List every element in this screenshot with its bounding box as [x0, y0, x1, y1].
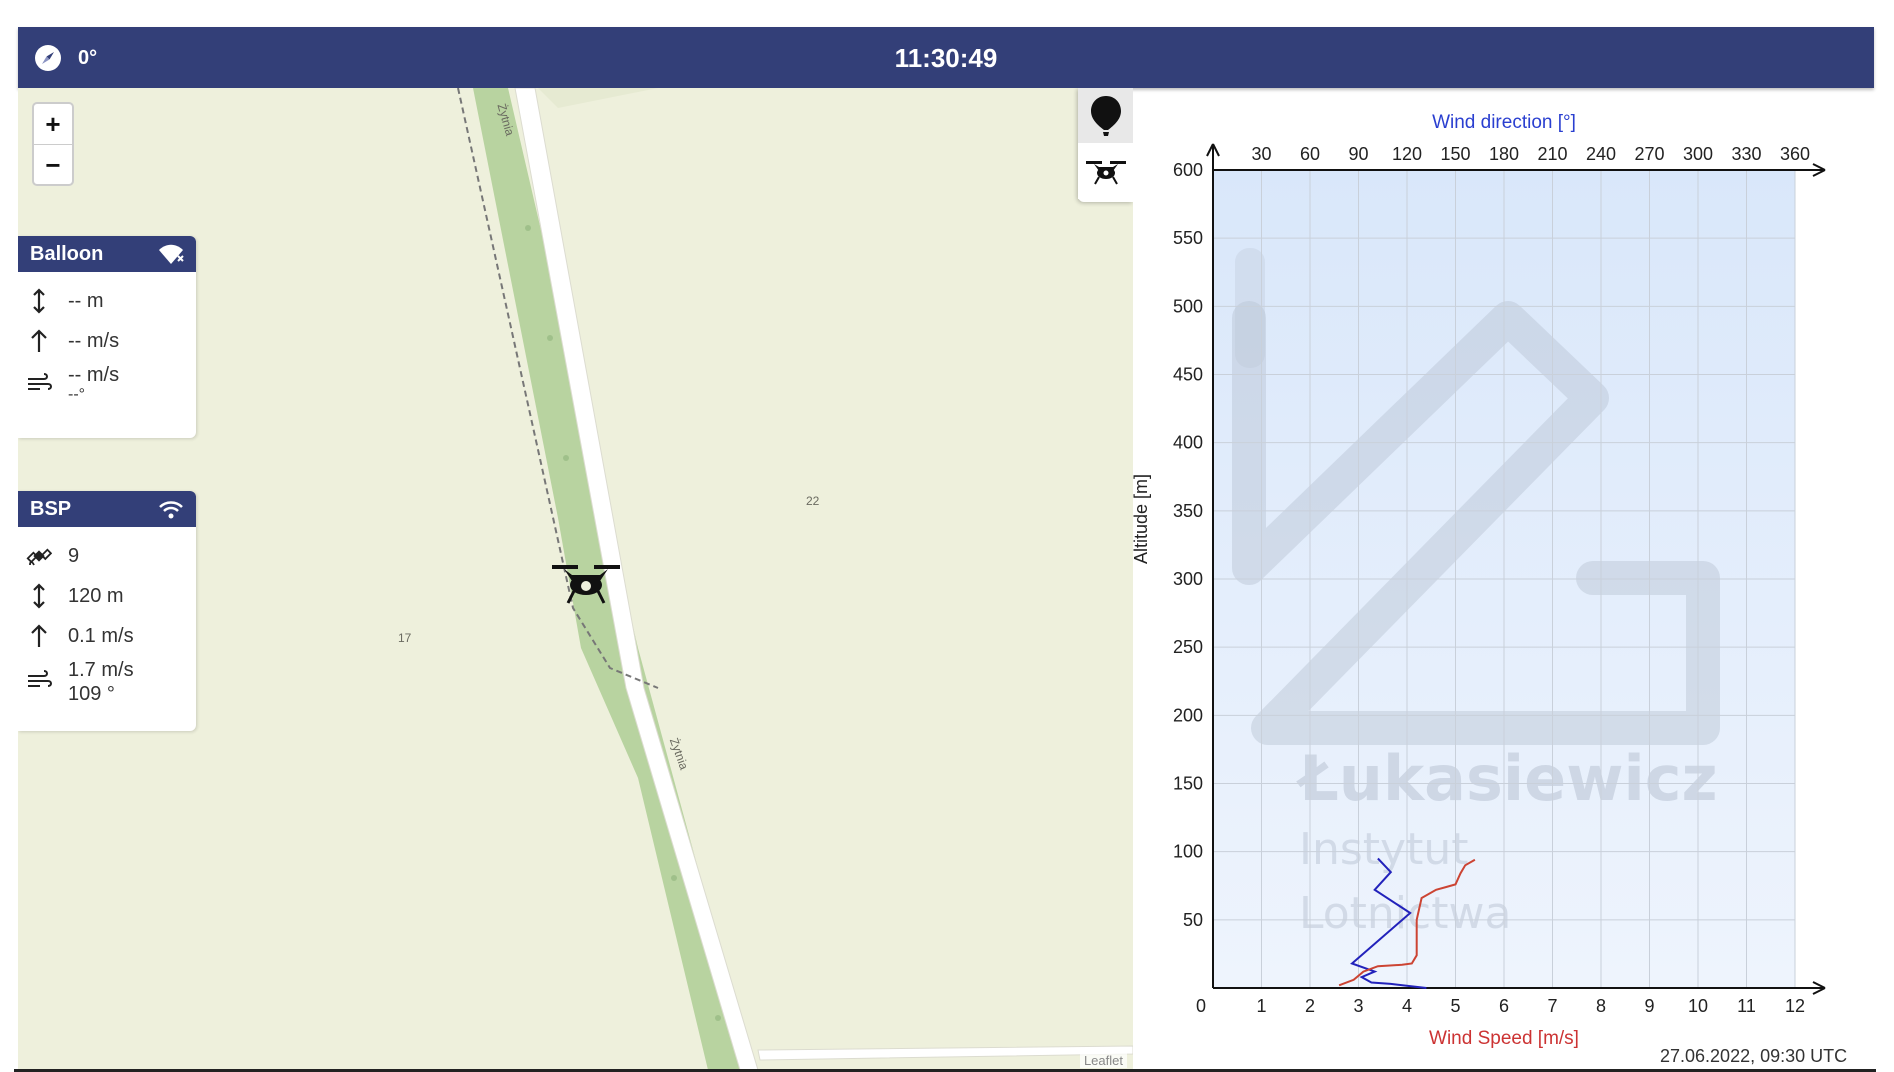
balloon-vertical-speed: -- m/s [68, 330, 120, 352]
top-tick-label: 120 [1392, 144, 1422, 164]
top-tick-label: 180 [1489, 144, 1519, 164]
x-tick-label: 1 [1256, 996, 1266, 1016]
balloon-panel-header: Balloon [18, 236, 196, 272]
balloon-panel: Balloon -- m -- m/s -- m/s --° [18, 236, 196, 438]
x-tick-label: 5 [1450, 996, 1460, 1016]
drone-mode-button[interactable] [1078, 144, 1133, 199]
y-tick-label: 450 [1173, 365, 1203, 385]
balloon-wind-direction: --° [68, 386, 86, 403]
balloon-mode-button[interactable] [1078, 88, 1133, 143]
drone-icon [1085, 160, 1126, 184]
y-tick-label: 350 [1173, 501, 1203, 521]
y-tick-label: 300 [1173, 569, 1203, 589]
x-tick-label: 3 [1353, 996, 1363, 1016]
x-tick-label: 7 [1547, 996, 1557, 1016]
watermark-text: Łukasiewicz [1296, 742, 1718, 815]
y-tick-label: 250 [1173, 637, 1203, 657]
bsp-satellites: 9 [68, 545, 80, 567]
mode-toggle [1078, 88, 1133, 202]
top-tick-label: 330 [1731, 144, 1761, 164]
clock-time: 11:30:49 [894, 43, 998, 73]
data-timestamp: 27.06.2022, 09:30 UTC [1660, 1046, 1848, 1066]
x-origin-label: 0 [1196, 996, 1206, 1016]
top-bar: 0° 11:30:49 [18, 27, 1874, 88]
x-tick-label: 12 [1785, 996, 1805, 1016]
y-tick-label: 200 [1173, 705, 1203, 725]
bsp-altitude: 120 m [68, 585, 124, 607]
top-tick-label: 240 [1586, 144, 1616, 164]
top-tick-label: 90 [1348, 144, 1368, 164]
plot-label: 17 [398, 631, 412, 645]
bsp-wind-speed: 1.7 m/s [68, 659, 134, 681]
x-tick-label: 10 [1688, 996, 1708, 1016]
y-tick-label: 100 [1173, 842, 1203, 862]
bsp-panel: BSP 9 120 m 0.1 m/s 1.7 m/s 109 ° [18, 491, 196, 731]
watermark-text: Lotnictwa [1299, 888, 1511, 939]
wind-icon [28, 373, 52, 390]
top-tick-label: 60 [1300, 144, 1320, 164]
x-tick-label: 8 [1596, 996, 1606, 1016]
y-tick-label: 550 [1173, 228, 1203, 248]
y-axis-title: Altitude [m] [1133, 474, 1151, 564]
x-tick-label: 2 [1305, 996, 1315, 1016]
top-tick-label: 30 [1251, 144, 1271, 164]
zoom-in-button[interactable]: + [34, 104, 72, 144]
top-tick-label: 300 [1683, 144, 1713, 164]
top-tick-label: 270 [1634, 144, 1664, 164]
bsp-vertical-speed: 0.1 m/s [68, 625, 134, 647]
top-tick-label: 150 [1440, 144, 1470, 164]
balloon-panel-title: Balloon [30, 243, 104, 265]
zoom-out-button[interactable]: − [34, 144, 72, 185]
map-attribution[interactable]: Leaflet [1079, 1053, 1127, 1068]
balloon-icon [1090, 95, 1121, 136]
bsp-panel-header: BSP [18, 491, 196, 527]
wifi-icon [159, 501, 183, 519]
y-tick-label: 50 [1183, 910, 1203, 930]
watermark-text: Instytut [1299, 824, 1468, 875]
top-tick-label: 210 [1537, 144, 1567, 164]
y-tick-label: 600 [1173, 160, 1203, 180]
altitude-icon [33, 583, 45, 609]
altitude-icon [33, 288, 45, 314]
top-tick-label: 360 [1780, 144, 1810, 164]
balloon-altitude: -- m [68, 290, 104, 312]
watermark-logo [1235, 248, 1265, 368]
balloon-wind-speed: -- m/s [68, 364, 120, 386]
x-tick-label: 11 [1737, 996, 1756, 1016]
wind-icon [28, 670, 52, 687]
y-tick-label: 400 [1173, 433, 1203, 453]
bsp-panel-title: BSP [30, 498, 72, 520]
top-axis-title: Wind direction [°] [1432, 112, 1576, 133]
satellite-icon [26, 548, 52, 566]
map[interactable]: Żytnia Żytnia 22 17 + − Balloon -- m -- … [18, 88, 1133, 1070]
vertical-speed-icon [31, 624, 47, 647]
wind-profile-chart: ŁukasiewiczInstytutLotnictwa501001502002… [1133, 112, 1826, 1048]
zoom-control: + − [32, 102, 74, 186]
y-tick-label: 150 [1173, 774, 1203, 794]
y-tick-label: 500 [1173, 296, 1203, 316]
x-tick-label: 6 [1499, 996, 1509, 1016]
x-axis-title: Wind Speed [m/s] [1429, 1028, 1579, 1048]
bsp-wind-direction: 109 ° [68, 683, 115, 705]
vertical-speed-icon [31, 329, 47, 352]
x-tick-label: 4 [1402, 996, 1412, 1016]
wifi-off-icon [159, 244, 184, 264]
x-tick-label: 9 [1644, 996, 1654, 1016]
plot-label: 22 [806, 494, 820, 508]
